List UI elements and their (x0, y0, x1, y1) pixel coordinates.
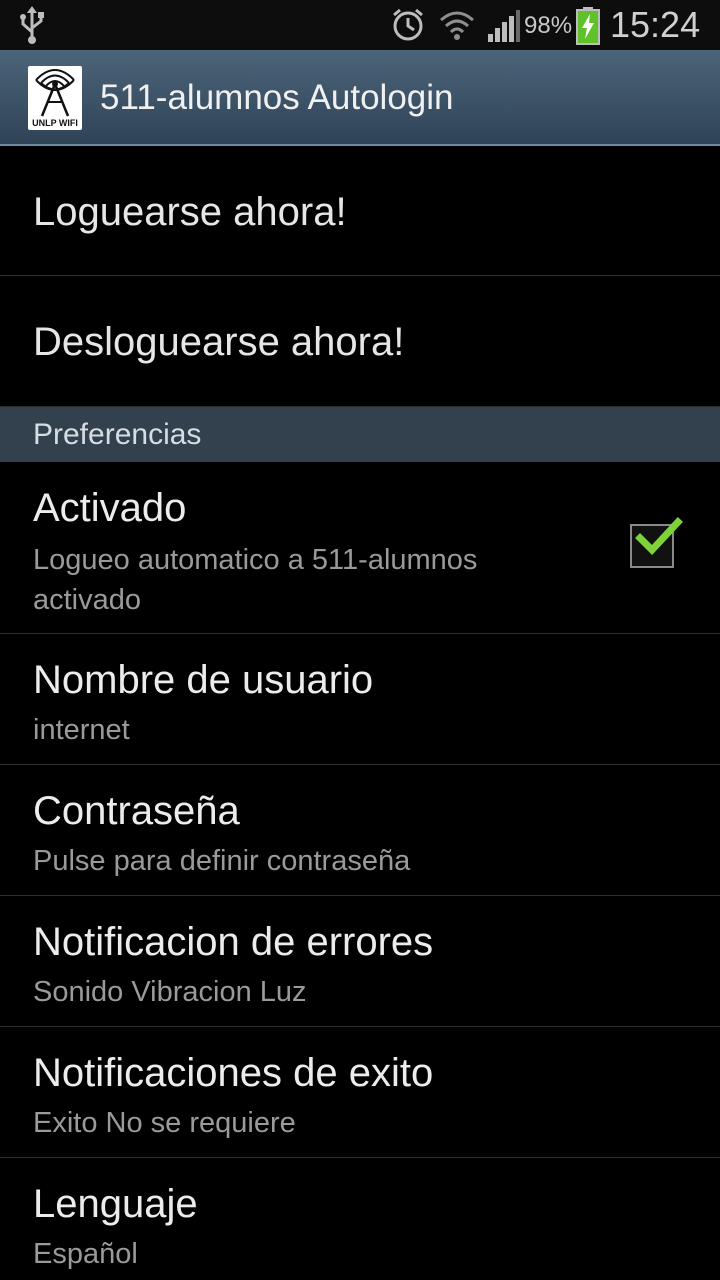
screen: 98% 15:24 UNLP WIFI 511-alumnos Autologi… (0, 0, 720, 1280)
pref-username[interactable]: Nombre de usuario internet (0, 634, 720, 765)
pref-error-notifications[interactable]: Notificacion de errores Sonido Vibracion… (0, 896, 720, 1027)
pref-error-notifications-title: Notificacion de errores (33, 920, 434, 964)
pref-activated-summary: Logueo automatico a 511-alumnos activado (33, 544, 478, 616)
login-now-label: Loguearse ahora! (33, 190, 347, 234)
action-bar: UNLP WIFI 511-alumnos Autologin (0, 50, 720, 146)
category-header-preferencias: Preferencias (0, 407, 720, 462)
login-now-item[interactable]: Loguearse ahora! (0, 146, 720, 276)
pref-password-title: Contraseña (33, 789, 240, 833)
pref-success-notifications-title: Notificaciones de exito (33, 1051, 434, 1095)
alarm-icon (390, 7, 426, 48)
status-bar: 98% 15:24 (0, 0, 720, 50)
pref-error-notifications-summary: Sonido Vibracion Luz (33, 976, 307, 1008)
app-title: 511-alumnos Autologin (100, 78, 454, 117)
pref-language-summary: Español (33, 1238, 138, 1270)
battery-percent: 98% (524, 12, 573, 39)
signal-icon (486, 10, 520, 47)
pref-username-title: Nombre de usuario (33, 658, 374, 702)
preference-list: Loguearse ahora! Desloguearse ahora! Pre… (0, 146, 720, 1280)
activated-checkbox[interactable] (630, 517, 683, 568)
pref-language-title: Lenguaje (33, 1182, 198, 1226)
battery-charging-icon (576, 7, 600, 50)
app-logo-icon[interactable]: UNLP WIFI (28, 66, 82, 130)
pref-activated[interactable]: Activado Logueo automatico a 511-alumnos… (0, 462, 720, 634)
clock: 15:24 (610, 4, 701, 45)
logout-now-label: Desloguearse ahora! (33, 320, 405, 364)
pref-success-notifications-summary: Exito No se requiere (33, 1107, 296, 1139)
pref-activated-title: Activado (33, 486, 187, 530)
svg-text:UNLP WIFI: UNLP WIFI (32, 118, 78, 128)
pref-language[interactable]: Lenguaje Español (0, 1158, 720, 1280)
pref-password-summary: Pulse para definir contraseña (33, 845, 411, 877)
pref-success-notifications[interactable]: Notificaciones de exito Exito No se requ… (0, 1027, 720, 1158)
pref-username-summary: internet (33, 714, 130, 746)
wifi-icon (438, 6, 476, 49)
pref-password[interactable]: Contraseña Pulse para definir contraseña (0, 765, 720, 896)
logout-now-item[interactable]: Desloguearse ahora! (0, 276, 720, 407)
usb-icon (18, 6, 46, 49)
category-label: Preferencias (33, 418, 202, 451)
